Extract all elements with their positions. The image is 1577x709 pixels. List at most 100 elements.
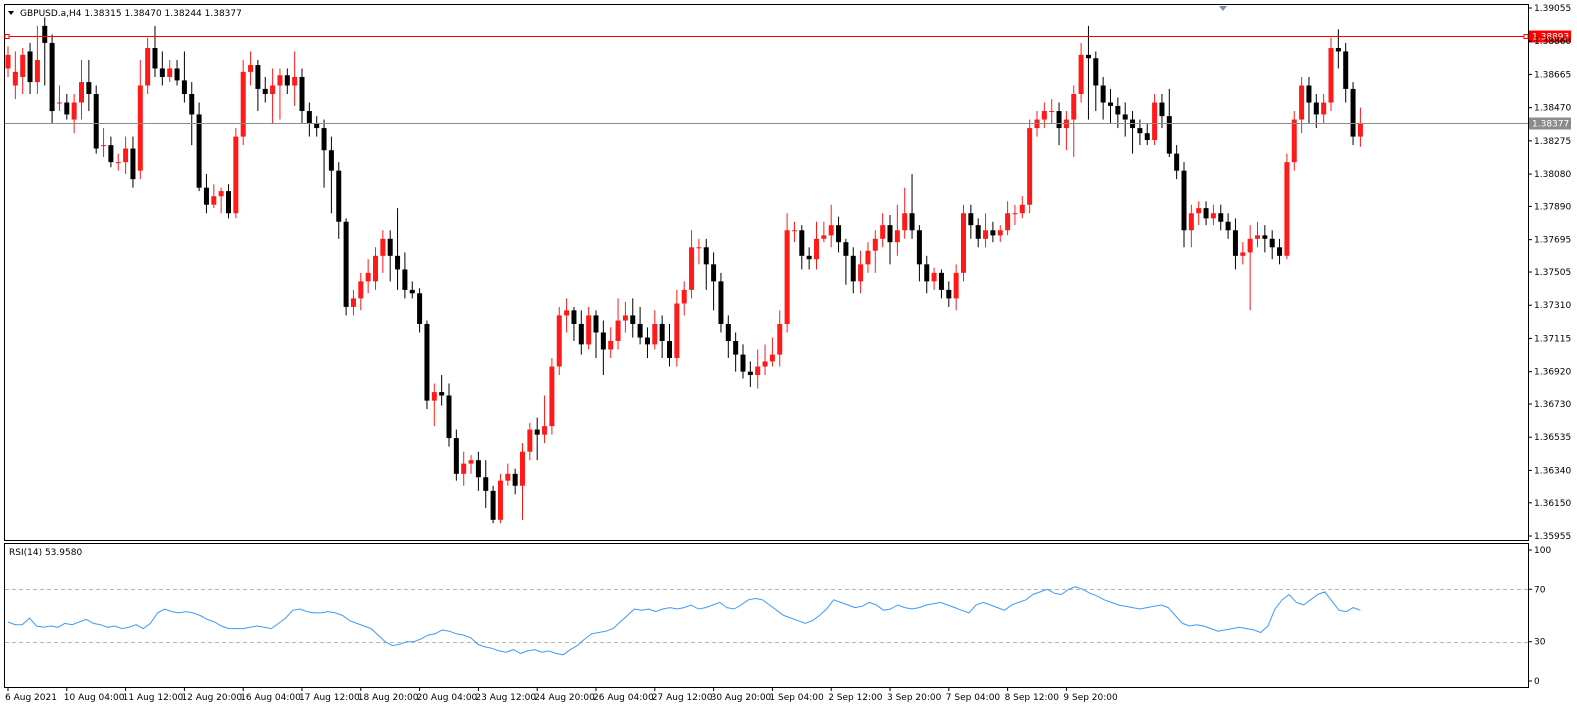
bear-candle-body [1122, 114, 1128, 120]
bull-candle-body [865, 250, 871, 265]
bear-candle-body [747, 371, 753, 376]
bull-candle-body [762, 361, 768, 367]
time-tick-label: 24 Aug 20:00 [534, 693, 595, 703]
bull-candle-body [894, 230, 900, 243]
bull-candle-body [431, 392, 437, 401]
price-tick-label: 1.36150 [1534, 499, 1571, 509]
time-tick-label: 7 Sep 04:00 [946, 693, 1001, 703]
bull-candle-body [622, 315, 628, 321]
rsi-tick-label: 70 [1534, 585, 1546, 595]
bull-candle-body [1321, 102, 1327, 115]
bull-candle-body [615, 320, 621, 341]
bear-candle-body [424, 323, 430, 401]
bull-candle-body [997, 230, 1003, 236]
rsi-line [7, 586, 1361, 656]
bear-candle-body [490, 490, 496, 520]
bear-candle-body [938, 272, 944, 290]
bear-candle-body [196, 114, 202, 188]
bull-candle-body [777, 323, 783, 355]
bull-candle-body [240, 71, 246, 137]
bear-candle-body [512, 473, 518, 486]
bear-candle-body [343, 221, 349, 307]
time-tick-label: 12 Aug 20:00 [181, 693, 242, 703]
time-tick-label: 16 Aug 04:00 [240, 693, 301, 703]
bull-candle-body [880, 225, 886, 239]
bull-candle-body [1005, 213, 1011, 231]
bull-candle-body [961, 213, 966, 273]
bull-candle-body [931, 272, 937, 282]
dropdown-triangle-icon[interactable] [8, 11, 14, 15]
shift-marker-icon[interactable] [1219, 6, 1227, 11]
price-tick-label: 1.36920 [1534, 368, 1571, 378]
bear-candle-body [593, 315, 599, 333]
bull-candle-body [953, 272, 959, 299]
bull-candle-body [71, 102, 77, 120]
bull-candle-body [1196, 208, 1202, 214]
time-tick-label: 30 Aug 20:00 [711, 693, 772, 703]
bear-candle-body [86, 82, 92, 95]
bear-candle-body [968, 213, 974, 226]
bear-candle-body [159, 68, 165, 77]
bear-candle-body [1335, 48, 1341, 52]
bear-candle-body [1313, 102, 1319, 115]
bear-candle-body [571, 310, 577, 324]
bear-candle-body [439, 392, 445, 396]
bull-candle-body [350, 298, 356, 307]
price-tick-label: 1.37890 [1534, 202, 1571, 212]
bull-candle-body [20, 54, 26, 77]
bear-candle-body [990, 230, 996, 236]
price-tick-label: 1.38665 [1534, 70, 1571, 80]
resistance-handle-left[interactable] [4, 34, 10, 39]
bull-candle-body [292, 76, 298, 86]
bear-candle-body [306, 111, 312, 123]
time-tick-label: 3 Sep 20:00 [887, 693, 942, 703]
bear-candle-body [181, 80, 187, 95]
bear-candle-body [321, 128, 327, 151]
price-panel-frame [4, 4, 1529, 541]
bull-candle-body [505, 473, 511, 481]
bear-candle-body [887, 225, 893, 243]
bear-candle-body [203, 187, 209, 205]
bear-candle-body [1144, 133, 1150, 140]
bull-candle-body [828, 225, 834, 236]
bull-candle-body [1027, 128, 1033, 205]
bear-candle-body [417, 293, 423, 324]
bull-candle-body [497, 480, 503, 520]
bear-candle-body [836, 225, 842, 243]
bear-candle-body [1269, 238, 1275, 248]
bear-candle-body [1277, 247, 1283, 256]
bear-candle-body [64, 102, 70, 115]
bull-candle-body [652, 323, 658, 345]
bear-candle-body [924, 264, 930, 282]
time-tick-label: 1 Sep 04:00 [769, 693, 824, 703]
bear-candle-body [1093, 58, 1099, 86]
bear-candle-body [1100, 85, 1106, 103]
rsi-title: RSI(14) 53.9580 [9, 548, 82, 558]
bull-candle-body [1078, 54, 1084, 95]
bear-candle-body [387, 238, 393, 256]
bear-candle-body [402, 269, 408, 290]
resistance-handle-right[interactable] [1523, 34, 1529, 39]
bull-candle-body [674, 303, 680, 359]
bull-candle-body [784, 230, 790, 324]
bear-candle-body [93, 94, 99, 149]
time-tick-label: 23 Aug 12:00 [475, 693, 536, 703]
time-tick-label: 11 Aug 12:00 [123, 693, 184, 703]
bear-candle-body [395, 255, 401, 270]
bear-candle-body [578, 323, 584, 345]
price-tick-label: 1.37505 [1534, 268, 1571, 278]
bull-candle-body [34, 59, 40, 83]
bear-candle-body [733, 340, 739, 355]
time-tick-label: 27 Aug 12:00 [652, 693, 713, 703]
bull-candle-body [586, 315, 592, 345]
bull-candle-body [769, 354, 775, 362]
bull-candle-body [564, 310, 570, 316]
bull-candle-body [211, 196, 217, 205]
bear-candle-body [1115, 105, 1121, 115]
bull-candle-body [56, 102, 62, 104]
bull-candle-body [689, 247, 695, 290]
bear-candle-body [534, 429, 540, 435]
bear-candle-body [975, 225, 981, 239]
bull-candle-body [872, 238, 878, 251]
bear-candle-body [1262, 235, 1268, 239]
